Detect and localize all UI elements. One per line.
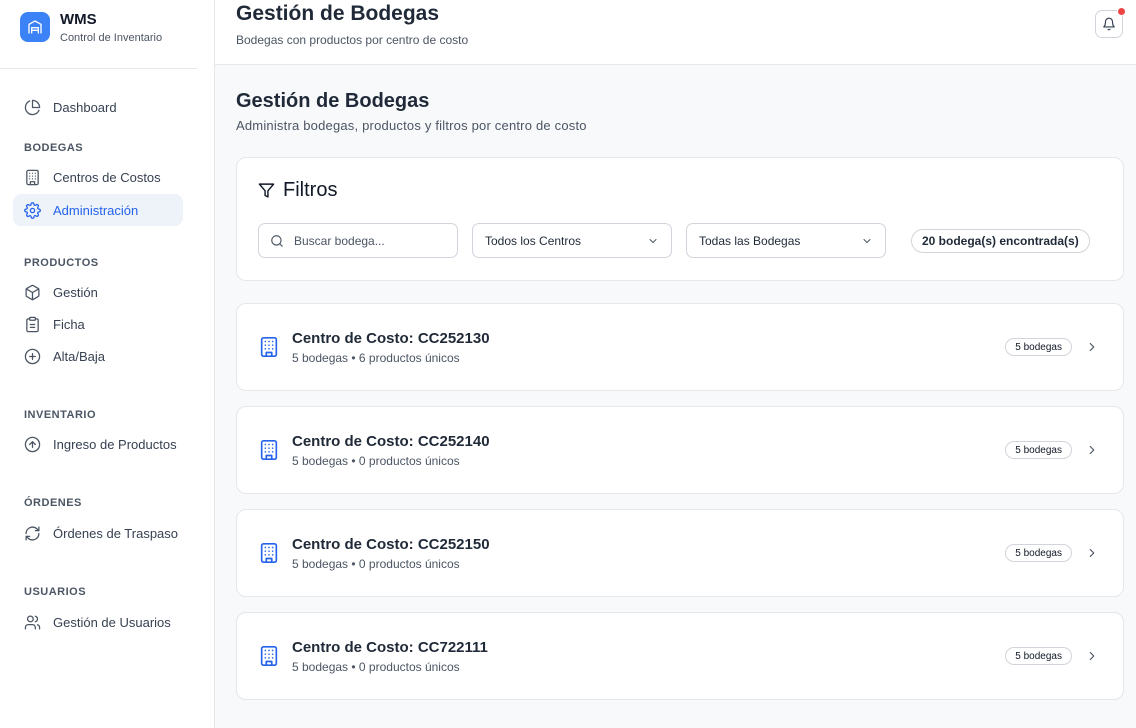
bodegas-count-badge: 5 bodegas [1005, 544, 1072, 562]
chevron-right-icon[interactable] [1085, 340, 1099, 354]
centro-subtitle: 5 bodegas • 0 productos únicos [292, 556, 460, 571]
notifications-button[interactable] [1095, 7, 1126, 38]
section-usuarios: USUARIOS [24, 586, 87, 598]
search-icon [271, 234, 283, 247]
users-icon [24, 614, 41, 630]
chevron-right-icon[interactable] [1085, 443, 1099, 457]
sidebar-item-alta-baja[interactable]: Alta/Baja [13, 340, 183, 372]
centro-select[interactable]: Todos los Centros [472, 223, 672, 258]
topbar-subtitle: Bodegas con productos por centro de cost… [236, 33, 469, 47]
content: Gestión de Bodegas Administra bodegas, p… [215, 65, 1136, 700]
brand: WMS Control de Inventario [0, 0, 197, 69]
section-productos: PRODUCTOS [24, 257, 99, 269]
sidebar-item-label: Ingreso de Productos [53, 436, 177, 452]
filters-card: Filtros Todos los Centros Todas las [236, 157, 1124, 281]
sidebar-item-label: Ficha [53, 316, 85, 332]
section-inventario: INVENTARIO [24, 409, 97, 421]
notification-dot [1117, 7, 1126, 16]
building-icon [260, 337, 278, 357]
centro-select-value: Todos los Centros [485, 233, 582, 248]
chevron-right-icon[interactable] [1085, 649, 1099, 663]
sidebar-item-ingreso-productos[interactable]: Ingreso de Productos [13, 428, 183, 460]
sidebar-item-label: Dashboard [53, 99, 117, 115]
section-bodegas: BODEGAS [24, 142, 84, 154]
page-subtitle: Administra bodegas, productos y filtros … [236, 118, 587, 133]
sidebar-item-gestion[interactable]: Gestión [13, 276, 183, 308]
brand-title: WMS [60, 11, 97, 28]
page-title: Gestión de Bodegas [236, 90, 430, 112]
plus-circle-icon [24, 348, 41, 364]
chevron-down-icon [863, 238, 871, 243]
warehouse-logo-icon [20, 12, 50, 42]
centro-card[interactable]: Centro de Costo: CC252150 5 bodegas • 0 … [236, 509, 1124, 597]
filters-title: Filtros [283, 178, 338, 201]
brand-subtitle: Control de Inventario [60, 32, 163, 44]
sidebar-item-ordenes-traspaso[interactable]: Órdenes de Traspaso [13, 517, 183, 549]
bell-icon [1103, 17, 1115, 31]
topbar: Gestión de Bodegas Bodegas con productos… [215, 0, 1136, 65]
centro-subtitle: 5 bodegas • 0 productos únicos [292, 659, 460, 674]
sidebar-item-label: Órdenes de Traspaso [53, 525, 179, 541]
pie-chart-icon [24, 99, 41, 115]
box-icon [25, 284, 40, 300]
chevron-right-icon[interactable] [1085, 546, 1099, 560]
sidebar-item-gestion-usuarios[interactable]: Gestión de Usuarios [13, 606, 183, 638]
gear-icon [24, 201, 41, 219]
app-root: WMS Control de Inventario Dashboard BODE… [0, 0, 1136, 728]
sidebar-item-label: Gestión de Usuarios [53, 614, 171, 630]
bodegas-count-badge: 5 bodegas [1005, 647, 1072, 665]
search-box[interactable] [258, 223, 458, 258]
filter-icon [258, 182, 275, 198]
sidebar: WMS Control de Inventario Dashboard BODE… [0, 0, 215, 728]
topbar-title: Gestión de Bodegas [236, 2, 440, 25]
sidebar-item-label: Alta/Baja [53, 348, 106, 364]
building-icon [260, 440, 278, 460]
bodegas-count-badge: 5 bodegas [1005, 441, 1072, 459]
results-count-badge: 20 bodega(s) encontrada(s) [911, 228, 1090, 253]
refresh-icon [25, 525, 40, 541]
centro-title: Centro de Costo: CC252140 [292, 432, 490, 450]
centro-title: Centro de Costo: CC252150 [292, 535, 490, 553]
centro-card[interactable]: Centro de Costo: CC252140 5 bodegas • 0 … [236, 406, 1124, 494]
sidebar-item-administracion[interactable]: Administración [13, 194, 183, 226]
centro-card[interactable]: Centro de Costo: CC252130 5 bodegas • 6 … [236, 303, 1124, 391]
building-icon [260, 646, 278, 666]
centro-subtitle: 5 bodegas • 0 productos únicos [292, 453, 460, 468]
bodega-select[interactable]: Todas las Bodegas [686, 223, 886, 258]
sidebar-item-dashboard[interactable]: Dashboard [13, 91, 183, 123]
centro-subtitle: 5 bodegas • 6 productos únicos [292, 350, 460, 365]
arrow-up-circle-icon [24, 436, 41, 452]
centro-title: Centro de Costo: CC722111 [292, 638, 488, 656]
clipboard-icon [26, 316, 39, 332]
sidebar-item-label: Administración [53, 202, 139, 218]
bodegas-count-badge: 5 bodegas [1005, 338, 1072, 356]
search-input[interactable] [294, 233, 444, 248]
sidebar-nav: Dashboard BODEGAS Centros de Costos Admi… [0, 91, 214, 638]
section-ordenes: ÓRDENES [24, 497, 82, 509]
sidebar-item-label: Centros de Costos [53, 169, 161, 185]
building-icon [26, 169, 39, 185]
sidebar-item-centros-costos[interactable]: Centros de Costos [13, 161, 183, 193]
centro-title: Centro de Costo: CC252130 [292, 329, 490, 347]
bodega-select-value: Todas las Bodegas [699, 233, 801, 248]
main-area: Gestión de Bodegas Bodegas con productos… [215, 0, 1136, 728]
centro-card[interactable]: Centro de Costo: CC722111 5 bodegas • 0 … [236, 612, 1124, 700]
sidebar-item-label: Gestión [53, 284, 98, 300]
chevron-down-icon [649, 238, 657, 243]
sidebar-item-ficha[interactable]: Ficha [13, 308, 183, 340]
building-icon [260, 543, 278, 563]
